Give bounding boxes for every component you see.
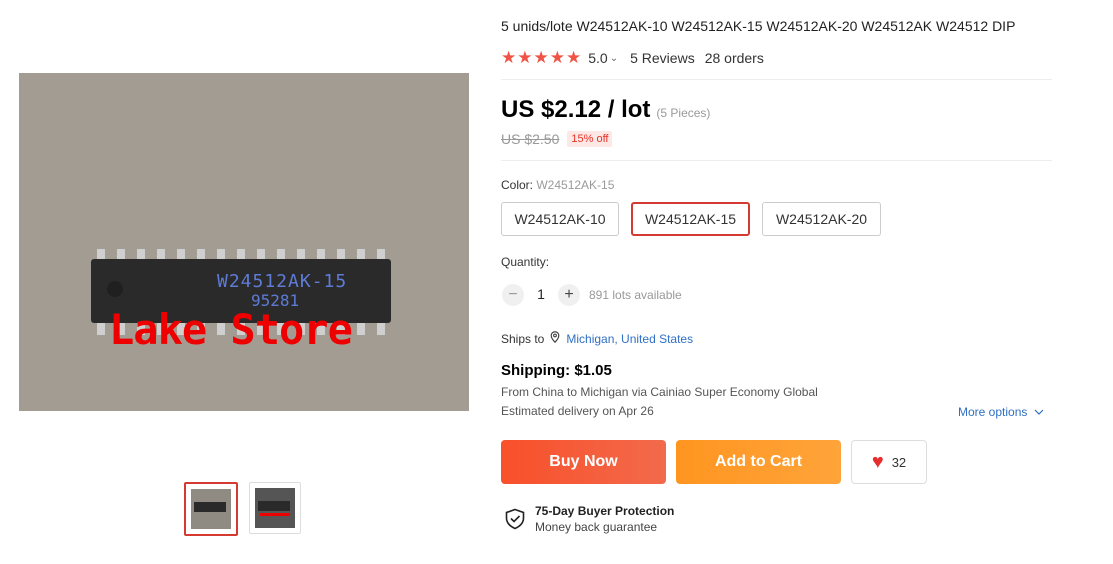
more-options-label: More options <box>958 405 1028 419</box>
location-pin-icon <box>550 331 560 346</box>
current-price: US $2.12 / lot <box>501 96 651 123</box>
chevron-down-icon[interactable]: ⌄ <box>610 53 618 64</box>
chip-marking-line1: W24512AK-15 <box>217 271 348 292</box>
pieces-count: (5 Pieces) <box>656 106 711 120</box>
ships-to-label: Ships to <box>501 331 545 346</box>
star-icon: ★ <box>566 48 582 67</box>
heart-icon: ♥ <box>871 450 884 473</box>
thumbnail-chip <box>194 502 226 512</box>
chevron-down-icon <box>1031 405 1044 419</box>
rating-row: ★★★★★ 5.0 ⌄ 5 Reviews 28 orders <box>501 48 764 68</box>
more-options-link[interactable]: More options <box>958 405 1044 419</box>
quantity-decrease-button[interactable]: − <box>502 284 524 306</box>
color-label: Color: W24512AK-15 <box>501 178 614 192</box>
quantity-increase-button[interactable]: + <box>558 284 580 306</box>
color-selected-value: W24512AK-15 <box>536 178 615 192</box>
color-option-2[interactable]: W24512AK-15 <box>631 202 750 236</box>
old-price-row: US $2.50 15% off <box>501 131 613 147</box>
rating-stars: ★★★★★ <box>501 48 582 68</box>
shipping-price: Shipping: $1.05 <box>501 362 612 379</box>
chip-pins-top <box>97 249 387 259</box>
buyer-protection-title: 75-Day Buyer Protection <box>535 504 675 518</box>
color-option-3[interactable]: W24512AK-20 <box>762 202 881 236</box>
ship-location-link[interactable]: Michigan, United States <box>566 332 693 346</box>
color-option-1[interactable]: W24512AK-10 <box>501 202 619 236</box>
estimated-delivery: Estimated delivery on Apr 26 <box>501 404 654 418</box>
star-icon: ★ <box>501 48 517 67</box>
star-icon: ★ <box>549 48 565 67</box>
chip-notch <box>107 281 123 297</box>
shipping-route: From China to Michigan via Cainiao Super… <box>501 385 818 399</box>
thumbnail-1[interactable] <box>184 482 238 536</box>
buyer-protection-subtitle: Money back guarantee <box>535 520 658 534</box>
thumbnail-watermark <box>260 513 290 516</box>
thumbnail-2[interactable] <box>249 482 301 534</box>
reviews-link[interactable]: 5 Reviews <box>630 50 695 66</box>
divider <box>501 160 1052 161</box>
wishlist-count: 32 <box>891 454 907 470</box>
wishlist-button[interactable]: ♥ 32 <box>851 440 927 484</box>
price-row: US $2.12 / lot (5 Pieces) <box>501 96 710 124</box>
rating-score[interactable]: 5.0 <box>588 50 607 66</box>
add-to-cart-button[interactable]: Add to Cart <box>676 440 841 484</box>
main-product-image[interactable]: W24512AK-15 95281 Lake Store <box>19 73 469 411</box>
buy-now-button[interactable]: Buy Now <box>501 440 666 484</box>
quantity-value[interactable]: 1 <box>534 286 548 302</box>
lots-available: 891 lots available <box>589 288 682 302</box>
orders-count: 28 orders <box>704 50 764 66</box>
divider <box>501 79 1052 80</box>
color-label-text: Color: <box>501 178 537 192</box>
shield-check-icon <box>504 508 526 530</box>
ships-to-row: Ships to Michigan, United States <box>501 331 693 346</box>
thumbnail-chip <box>258 501 290 511</box>
star-icon: ★ <box>533 48 549 67</box>
discount-badge: 15% off <box>567 131 613 147</box>
store-watermark: Lake Store <box>109 305 353 354</box>
quantity-label: Quantity: <box>501 255 550 269</box>
original-price: US $2.50 <box>501 131 560 147</box>
product-title: 5 unids/lote W24512AK-10 W24512AK-15 W24… <box>501 18 1016 34</box>
star-icon: ★ <box>517 48 533 67</box>
